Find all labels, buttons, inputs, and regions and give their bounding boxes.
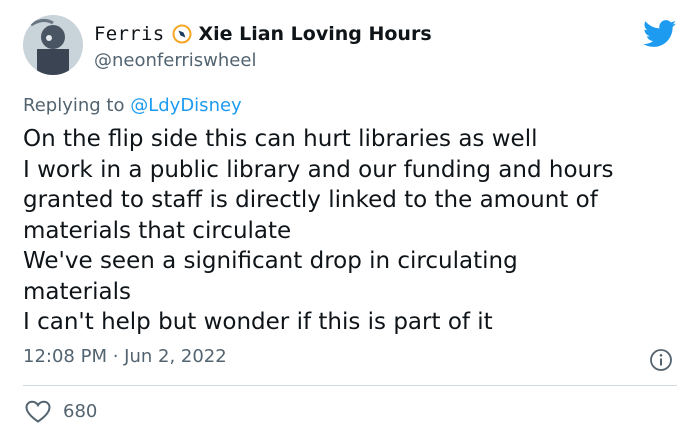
tweet-line: I can't help but wonder if this is part …: [23, 309, 493, 335]
tweet-line: materials: [23, 278, 131, 305]
reply-context: Replying to @LdyDisney: [23, 95, 242, 116]
twitter-bird-icon[interactable]: [643, 20, 677, 48]
info-icon[interactable]: [649, 348, 673, 372]
author-handle[interactable]: @neonferriswheel: [94, 50, 256, 71]
author-display-name: Xie Lian Loving Hours: [198, 23, 432, 45]
compass-badge-icon: [172, 24, 192, 44]
tweet-line: On the flip side this can hurt libraries…: [23, 126, 538, 152]
tweet-line: materials that circulate: [23, 217, 292, 244]
tweet-line: We've seen a significant drop in circula…: [23, 248, 518, 274]
author-name-styled: Ferris: [94, 23, 165, 45]
reply-handle-link[interactable]: @LdyDisney: [130, 95, 241, 116]
avatar[interactable]: [23, 15, 83, 75]
tweet-line: granted to staff is directly linked to t…: [23, 187, 598, 213]
divider: [23, 385, 677, 386]
heart-icon[interactable]: [25, 400, 51, 424]
reply-prefix: Replying to: [23, 95, 125, 116]
tweet-timestamp[interactable]: 12:08 PM · Jun 2, 2022: [23, 346, 227, 367]
author-name[interactable]: Ferris Xie Lian Loving Hours: [94, 20, 432, 48]
tweet-line: I work in a public library and our fundi…: [23, 156, 614, 183]
tweet-body: On the flip side this can hurt libraries…: [23, 124, 683, 338]
like-count: 680: [63, 401, 98, 422]
